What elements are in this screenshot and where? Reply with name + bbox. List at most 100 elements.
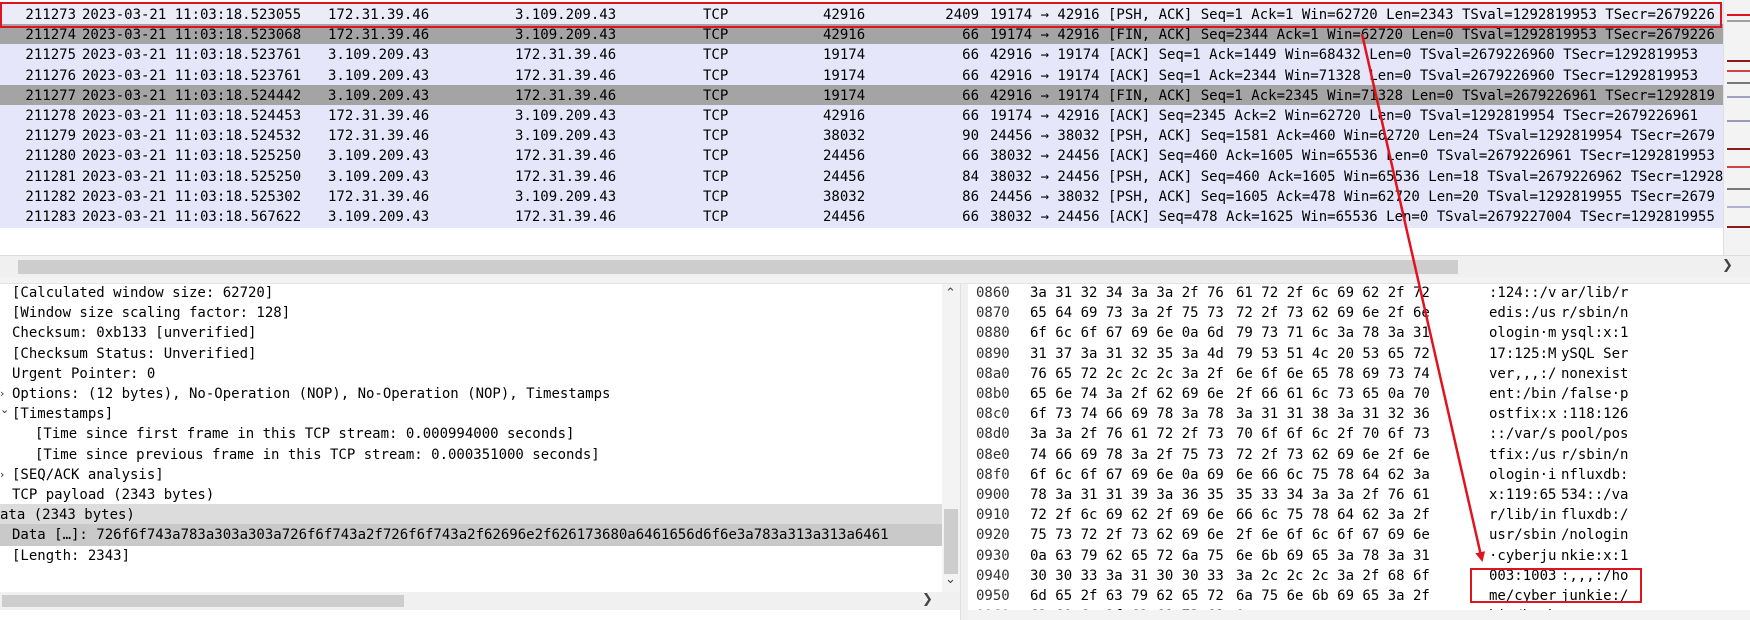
minimap-mark: [1727, 20, 1750, 22]
scrollbar-thumb[interactable]: [2, 595, 404, 607]
scroll-right-arrow-icon[interactable]: ❯: [922, 592, 933, 607]
packet-row[interactable]: 211281 2023-03-21 11:03:18.525250 3.109.20…: [0, 165, 1723, 188]
detail-tree-item[interactable]: › Options: (12 bytes), No-Operation (NOP)…: [0, 383, 942, 405]
detail-tree-item[interactable]: Data […]: 726f6f743a783a303a303a726f6f74…: [0, 524, 942, 547]
packet-length: 66: [962, 87, 979, 104]
hex-bytes: 3a 2c 2c 2c 3a 2f 68 6f: [1236, 567, 1430, 584]
wireshark-window: 211273 2023-03-21 11:03:18.523055 172.31.3…: [0, 0, 1750, 620]
packet-details-tree[interactable]: [Calculated window size: 62720] [Window s…: [0, 284, 960, 592]
collapsed-chevron-icon[interactable]: ›: [0, 464, 4, 486]
collapsed-chevron-icon[interactable]: ›: [0, 383, 4, 405]
ascii-text: 534::/va: [1561, 487, 1629, 503]
detail-tree-item[interactable]: TCP payload (2343 bytes): [0, 484, 942, 506]
packet-list[interactable]: 211273 2023-03-21 11:03:18.523055 172.31.3…: [0, 0, 1723, 255]
pane-splitter[interactable]: [0, 277, 1750, 284]
packet-row[interactable]: 211280 2023-03-21 11:03:18.525250 3.109.20…: [0, 145, 1723, 168]
detail-tree-item[interactable]: [Length: 2343]: [0, 545, 942, 567]
detail-text: [Time since previous frame in this TCP s…: [35, 446, 600, 463]
detail-tree-item[interactable]: Checksum: 0xb133 [unverified]: [0, 322, 942, 344]
hex-row[interactable]: 0910 72 2f 6c 69 62 2f 69 6e 66 6c 75 78 6…: [968, 504, 1750, 527]
packet-time: 2023-03-21 11:03:18.525250: [82, 148, 302, 165]
hex-row[interactable]: 08d0 3a 3a 2f 76 61 72 2f 73 70 6f 6f 6c 2…: [968, 423, 1750, 446]
hex-offset: 0900: [976, 487, 1010, 503]
packet-destination: 172.31.39.46: [515, 168, 617, 185]
scroll-down-arrow-icon[interactable]: ⌄: [945, 572, 956, 587]
detail-text: [Checksum Status: Unverified]: [12, 345, 257, 362]
hex-bytes: 6a 75 6e 6b 69 65 3a 2f: [1236, 588, 1430, 604]
hex-bytes: 6e 66 6c 75 78 64 62 3a: [1236, 466, 1430, 483]
expanded-chevron-icon[interactable]: ⌄: [0, 403, 9, 421]
detail-tree-item[interactable]: ⌄ [Timestamps]: [0, 403, 942, 425]
ascii-text: tfix:/us: [1489, 446, 1557, 463]
ascii-text: x:119:65: [1489, 487, 1557, 503]
packet-row[interactable]: 211283 2023-03-21 11:03:18.567622 3.109.20…: [0, 206, 1723, 228]
ascii-text: usr/sbin: [1489, 527, 1557, 544]
hex-row[interactable]: 08f0 6f 6c 6f 67 69 6e 0a 69 6e 66 6c 75 7…: [968, 464, 1750, 487]
ascii-text: ologin·m: [1489, 325, 1557, 342]
hex-row[interactable]: 0870 65 64 69 73 3a 2f 75 73 72 2f 73 62 6…: [968, 302, 1750, 325]
packet-no: 211277: [25, 87, 76, 104]
detail-tree-item[interactable]: [Calculated window size: 62720]: [0, 284, 942, 304]
ascii-text: nonexist: [1561, 365, 1629, 382]
details-horizontal-scrollbar[interactable]: ❯: [0, 592, 960, 610]
vertical-pane-splitter[interactable]: [960, 284, 968, 620]
packet-protocol: TCP: [703, 47, 729, 64]
hex-bytes: 79 53 51 4c 20 53 65 72: [1236, 345, 1430, 362]
detail-text: Checksum: 0xb133 [unverified]: [12, 325, 257, 342]
detail-tree-item[interactable]: [Time since first frame in this TCP stre…: [0, 423, 942, 445]
packet-length: 66: [962, 47, 979, 64]
packet-list-minimap-scrollbar[interactable]: [1723, 0, 1750, 255]
hex-row[interactable]: 08b0 65 6e 74 3a 2f 62 69 6e 2f 66 61 6c 7…: [968, 383, 1750, 406]
packet-no: 211278: [25, 108, 76, 124]
hex-row[interactable]: 0930 0a 63 79 62 65 72 6a 75 6e 6b 69 65 3…: [968, 545, 1750, 568]
hex-row[interactable]: 0920 75 73 72 2f 73 62 69 6e 2f 6e 6f 6c 6…: [968, 524, 1750, 547]
minimap-mark: [1727, 120, 1750, 122]
hex-row[interactable]: 08c0 6f 73 74 66 69 78 3a 78 3a 31 31 38 3…: [968, 403, 1750, 426]
detail-tree-item[interactable]: Urgent Pointer: 0: [0, 363, 942, 385]
detail-text: Options: (12 bytes), No-Operation (NOP),…: [12, 386, 611, 402]
hex-bytes: 0a 63 79 62 65 72 6a 75: [1030, 547, 1224, 564]
detail-tree-item[interactable]: [Window size scaling factor: 128]: [0, 302, 942, 324]
scroll-up-arrow-icon[interactable]: ⌃: [945, 286, 956, 301]
packet-no: 211282: [25, 188, 76, 205]
detail-tree-item[interactable]: › [SEQ/ACK analysis]: [0, 464, 942, 486]
detail-tree-item[interactable]: [Checksum Status: Unverified]: [0, 343, 942, 365]
hex-row[interactable]: 08e0 74 66 69 78 3a 2f 75 73 72 2f 73 62 6…: [968, 444, 1750, 467]
packet-port: 38032: [823, 188, 866, 205]
hex-offset: 08b0: [976, 386, 1010, 402]
packet-row[interactable]: 211276 2023-03-21 11:03:18.523761 3.109.20…: [0, 64, 1723, 87]
detail-tree-item[interactable]: [Time since previous frame in this TCP s…: [0, 444, 942, 466]
packet-info: 24456 → 38032 [PSH, ACK] Seq=1581 Ack=46…: [990, 128, 1715, 145]
packet-row[interactable]: 211275 2023-03-21 11:03:18.523761 3.109.20…: [0, 44, 1723, 67]
details-vertical-scrollbar[interactable]: ⌃ ⌄: [942, 284, 960, 592]
packet-destination: 172.31.39.46: [515, 209, 617, 225]
ascii-text: /nologin: [1561, 527, 1629, 544]
hex-row[interactable]: 0890 31 37 3a 31 32 35 3a 4d 79 53 51 4c 2…: [968, 343, 1750, 366]
packet-row[interactable]: 211279 2023-03-21 11:03:18.524532 172.31.3…: [0, 125, 1723, 148]
packet-source: 3.109.209.43: [328, 148, 430, 165]
packet-destination: 3.109.209.43: [515, 188, 617, 205]
hex-row[interactable]: 0900 78 3a 31 31 39 3a 36 35 35 33 34 3a 3…: [968, 484, 1750, 507]
hex-bytes: 61 72 2f 6c 69 62 2f 72: [1236, 285, 1430, 301]
hex-bytes: 72 2f 6c 69 62 2f 69 6e: [1030, 507, 1224, 524]
packet-row[interactable]: 211277 2023-03-21 11:03:18.524442 3.109.20…: [0, 84, 1723, 107]
detail-text: [Timestamps]: [12, 406, 114, 423]
hex-row[interactable]: 0880 6f 6c 6f 67 69 6e 0a 6d 79 73 71 6c 3…: [968, 322, 1750, 345]
packet-protocol: TCP: [703, 87, 729, 104]
scrollbar-thumb[interactable]: [944, 509, 958, 574]
hex-row[interactable]: 08a0 76 65 72 2c 2c 2c 3a 2f 6e 6f 6e 65 7…: [968, 363, 1750, 386]
packet-info: 38032 → 24456 [ACK] Seq=478 Ack=1625 Win…: [990, 209, 1715, 225]
minimap-mark: [1727, 96, 1750, 98]
hex-bytes: 72 2f 73 62 69 6e 2f 6e: [1236, 305, 1430, 322]
packet-list-horizontal-scrollbar[interactable]: ❯: [0, 255, 1750, 277]
packet-row[interactable]: 211282 2023-03-21 11:03:18.525302 172.31.3…: [0, 185, 1723, 208]
hex-bytes: 65 6e 74 3a 2f 62 69 6e: [1030, 386, 1224, 402]
scroll-right-arrow-icon[interactable]: ❯: [1722, 258, 1733, 273]
detail-text: [Time since first frame in this TCP stre…: [35, 426, 575, 443]
detail-tree-item[interactable]: ata (2343 bytes): [0, 504, 942, 527]
packet-row[interactable]: 211278 2023-03-21 11:03:18.524453 172.31.3…: [0, 105, 1723, 127]
scrollbar-thumb[interactable]: [18, 260, 1458, 274]
packet-time: 2023-03-21 11:03:18.524442: [82, 87, 302, 104]
hex-bytes: 72 2f 73 62 69 6e 2f 6e: [1236, 446, 1430, 463]
packet-time: 2023-03-21 11:03:18.523761: [82, 67, 302, 84]
